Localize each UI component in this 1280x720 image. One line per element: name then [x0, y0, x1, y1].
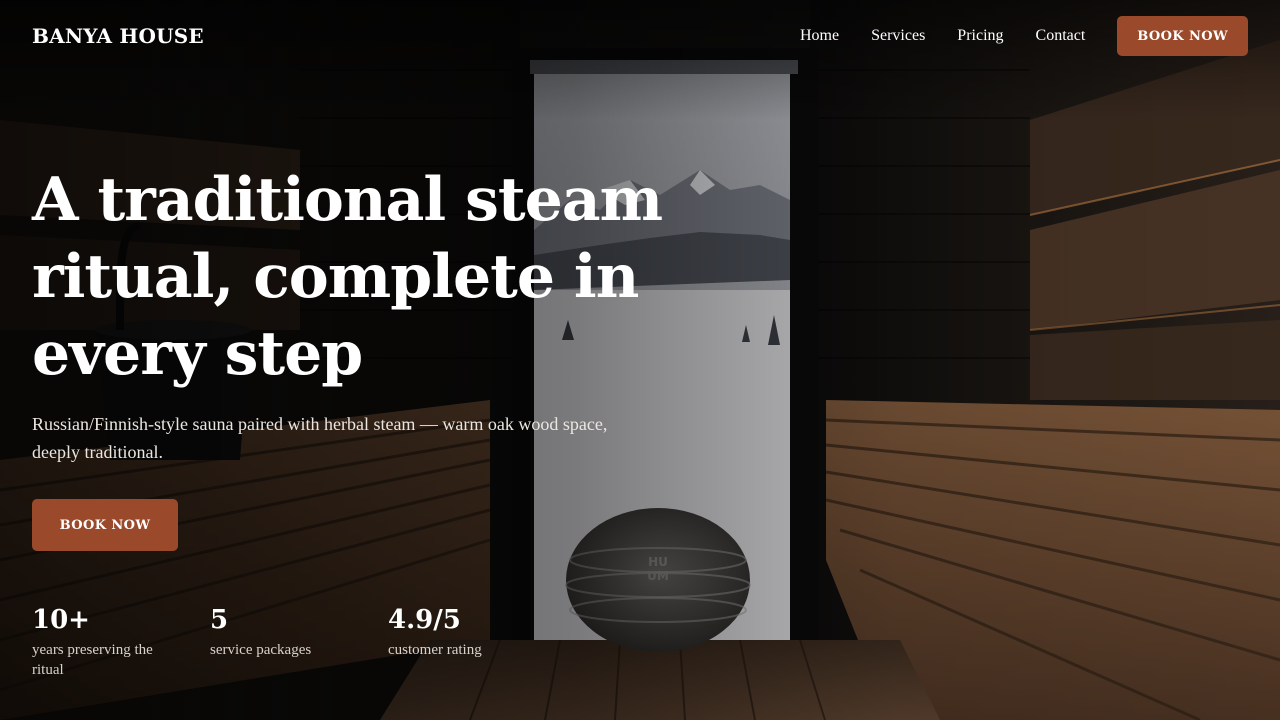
- stat-label: customer rating: [388, 642, 482, 658]
- nav-link-services[interactable]: Services: [871, 16, 925, 56]
- stat-rating: 4.9/5 customer rating: [388, 604, 566, 680]
- nav-link-home[interactable]: Home: [800, 16, 839, 56]
- nav-book-now-button[interactable]: BOOK NOW: [1117, 16, 1248, 56]
- stat-value: 4.9/5: [388, 605, 461, 635]
- hero-headline: A traditional steam ritual, complete in …: [32, 165, 663, 389]
- stat-label: years preserving the ritual: [32, 642, 153, 678]
- brand-logo[interactable]: BANYA HOUSE: [32, 24, 204, 48]
- hero-subtitle: Russian/Finnish-style sauna paired with …: [32, 414, 608, 462]
- hero-book-now-button[interactable]: BOOK NOW: [32, 499, 178, 551]
- main-nav: Home Services Pricing Contact BOOK NOW: [768, 16, 1248, 56]
- stat-value: 5: [210, 605, 229, 635]
- site-header: BANYA HOUSE Home Services Pricing Contac…: [0, 0, 1280, 72]
- stat-value: 10+: [32, 605, 90, 635]
- nav-link-pricing[interactable]: Pricing: [957, 16, 1003, 56]
- nav-link-contact[interactable]: Contact: [1036, 16, 1086, 56]
- stat-label: service packages: [210, 642, 312, 658]
- stat-years: 10+ years preserving the ritual: [32, 604, 210, 680]
- stats-row: 10+ years preserving the ritual 5 servic…: [32, 604, 566, 680]
- stat-packages: 5 service packages: [210, 604, 388, 680]
